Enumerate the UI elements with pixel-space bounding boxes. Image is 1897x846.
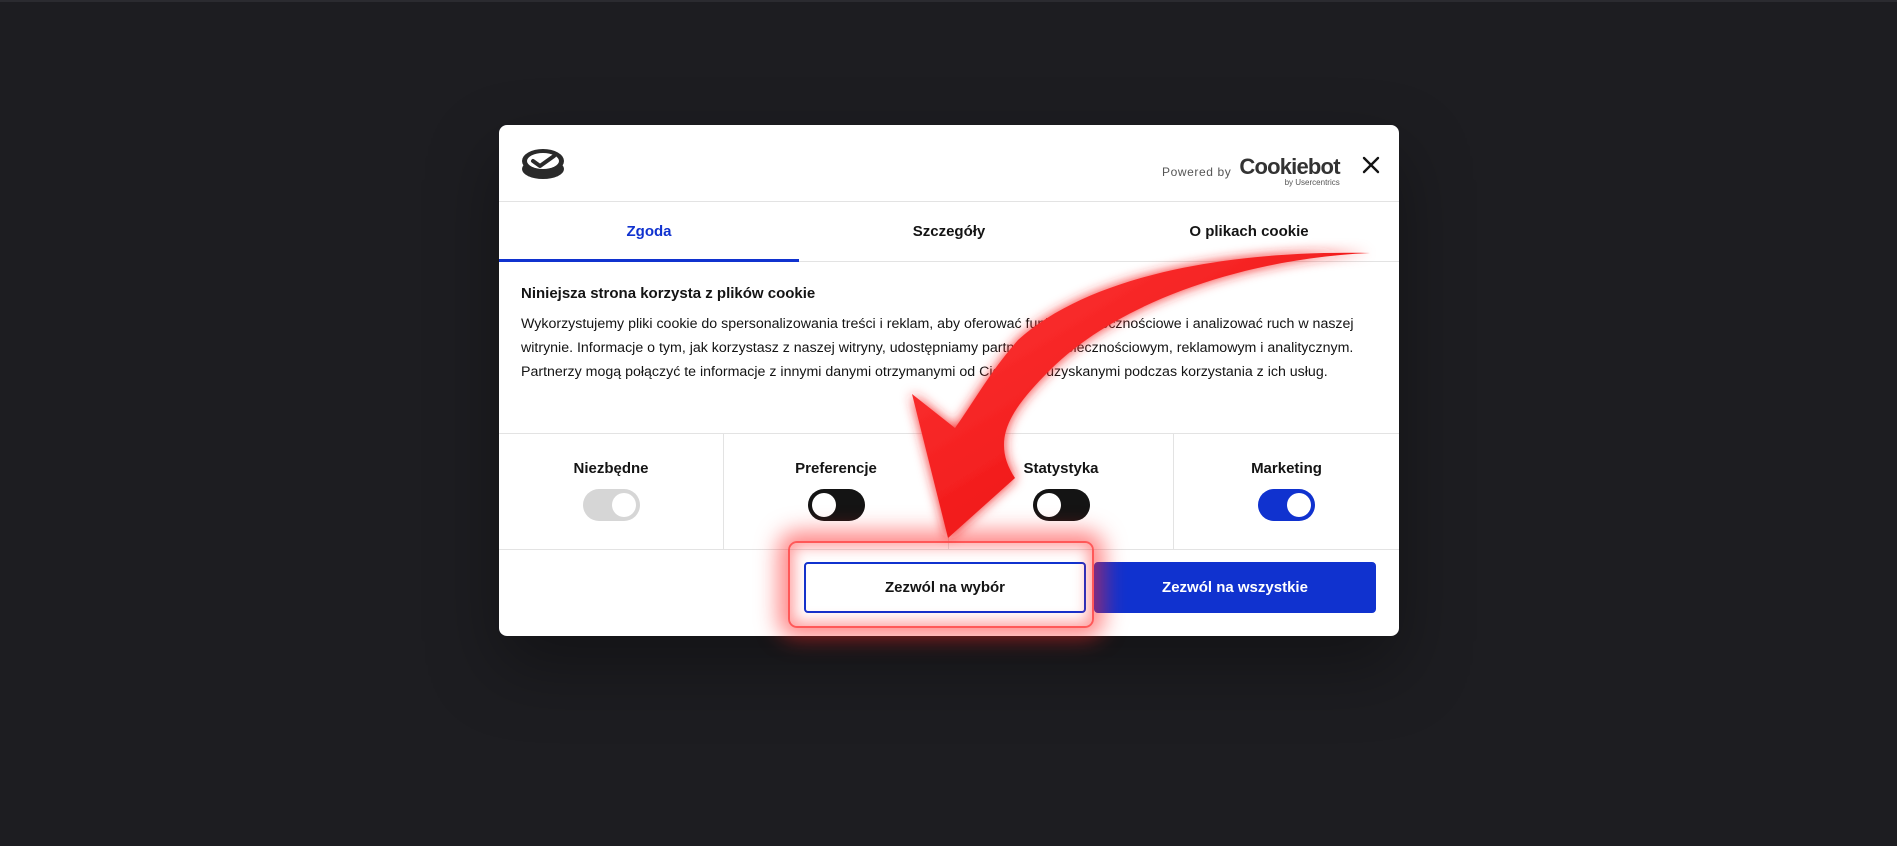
close-icon[interactable] [1359, 153, 1383, 177]
tab-o-plikach-cookie[interactable]: O plikach cookie [1099, 202, 1399, 261]
consent-content: Niniejsza strona korzysta z plików cooki… [521, 285, 1377, 384]
allow-selection-button[interactable]: Zezwól na wybór [804, 562, 1086, 613]
content-body: Wykorzystujemy pliki cookie do spersonal… [521, 316, 1354, 380]
brand-sub: by Usercentrics [1284, 178, 1340, 187]
toggle-group-niezbedne: Niezbędne [499, 434, 724, 549]
brand-name: Cookiebot [1239, 154, 1340, 179]
toggle-switch-niezbedne [582, 489, 640, 521]
dialog-header: Powered by Cookiebot by Usercentrics [499, 125, 1399, 202]
cookiebot-logo-icon [522, 149, 564, 179]
toggle-knob [1036, 493, 1061, 517]
tab-zgoda[interactable]: Zgoda [499, 202, 799, 262]
toggle-label-niezbedne: Niezbędne [573, 460, 649, 477]
toggle-knob [1287, 493, 1311, 517]
toggle-knob [811, 493, 836, 517]
toggle-group-preferencje: Preferencje [724, 434, 949, 549]
toggle-label-statystyka: Statystyka [1023, 460, 1099, 477]
toggle-group-statystyka: Statystyka [949, 434, 1174, 549]
allow-all-button[interactable]: Zezwól na wszystkie [1094, 562, 1376, 613]
cookie-consent-dialog: Powered by Cookiebot by Usercentrics Zgo… [499, 125, 1399, 636]
toggle-group-marketing: Marketing [1174, 434, 1399, 549]
toggle-label-marketing: Marketing [1251, 460, 1322, 477]
cookiebot-brand: Cookiebot by Usercentrics [1239, 154, 1340, 187]
toggle-switch-statystyka[interactable] [1032, 489, 1090, 521]
toggle-switch-marketing[interactable] [1258, 489, 1315, 521]
tab-bar: Zgoda Szczegóły O plikach cookie [499, 202, 1399, 262]
top-edge-line [0, 0, 1897, 2]
tab-szczegoly[interactable]: Szczegóły [799, 202, 1099, 261]
toggle-label-preferencje: Preferencje [795, 460, 877, 477]
powered-by-text: Powered by [1162, 164, 1232, 179]
powered-by-cookiebot[interactable]: Powered by Cookiebot by Usercentrics [1162, 154, 1341, 187]
toggle-knob [611, 493, 636, 517]
consent-toggles: Niezbędne Preferencje Statystyka Marketi… [499, 433, 1399, 550]
content-title: Niniejsza strona korzysta z plików cooki… [521, 285, 816, 302]
toggle-switch-preferencje[interactable] [807, 489, 865, 521]
